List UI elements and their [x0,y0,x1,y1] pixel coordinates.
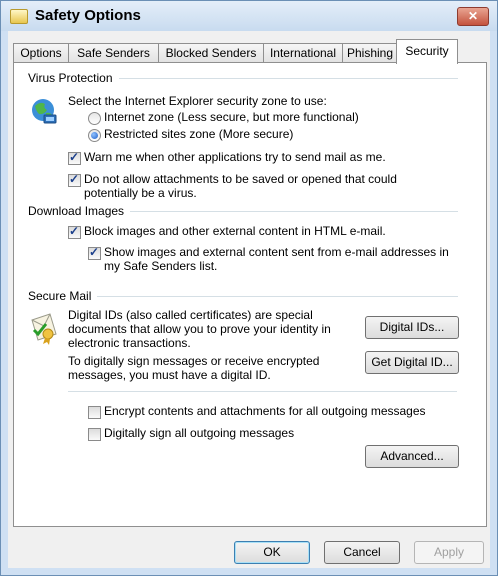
encrypt-outgoing-label[interactable]: Encrypt contents and attachments for all… [104,404,426,419]
block-attachments-checkbox[interactable] [68,172,81,187]
internet-zone-radio[interactable] [88,112,101,125]
sign-outgoing-checkbox[interactable] [88,428,101,441]
digital-ids-desc-line1: Digital IDs (also called certificates) a… [68,308,313,322]
close-button[interactable]: ✕ [457,7,489,26]
ok-button[interactable]: OK [234,541,310,564]
certificate-icon [31,313,57,345]
get-id-desc-line2: messages, you must have a digital ID. [68,368,271,382]
show-safe-senders-images-checkbox[interactable] [88,245,101,260]
tab-phishing[interactable]: Phishing [342,43,398,63]
digital-ids-desc-line2: documents that allow you to prove your i… [68,322,331,336]
zone-intro-text: Select the Internet Explorer security zo… [68,94,327,108]
show-safe-senders-images-label-line2[interactable]: my Safe Senders list. [104,259,217,274]
block-images-checkbox[interactable] [68,224,81,239]
tab-options[interactable]: Options [13,43,69,63]
restricted-zone-label[interactable]: Restricted sites zone (More secure) [104,127,293,142]
digital-ids-desc-line3: electronic transactions. [68,336,191,350]
tab-security[interactable]: Security [396,39,458,64]
advanced-button[interactable]: Advanced... [365,445,459,468]
dialog-body: Options Safe Senders Blocked Senders Int… [8,31,490,568]
internet-zone-label[interactable]: Internet zone (Less secure, but more fun… [104,110,359,125]
digital-ids-button[interactable]: Digital IDs... [365,316,459,339]
tab-international[interactable]: International [263,43,343,63]
get-digital-id-button[interactable]: Get Digital ID... [365,351,459,374]
window-title: Safety Options [35,7,141,24]
security-tab-panel: Virus Protection Select the Internet Exp… [13,62,487,527]
virus-protection-label: Virus Protection [28,71,119,85]
restricted-zone-radio[interactable] [88,129,101,142]
cancel-button[interactable]: Cancel [324,541,400,564]
apply-button[interactable]: Apply [414,541,484,564]
globe-icon [32,99,57,124]
separator-line [68,391,457,392]
block-images-label[interactable]: Block images and other external content … [84,224,386,239]
safety-options-window: Safety Options ✕ Options Safe Senders Bl… [0,0,498,576]
tab-safe-senders[interactable]: Safe Senders [68,43,159,63]
get-id-desc-line1: To digitally sign messages or receive en… [68,354,320,368]
show-safe-senders-images-label-line1[interactable]: Show images and external content sent fr… [104,245,449,260]
encrypt-outgoing-checkbox[interactable] [88,406,101,419]
warn-send-mail-checkbox[interactable] [68,150,81,165]
secure-mail-label: Secure Mail [28,289,98,303]
tab-blocked-senders[interactable]: Blocked Senders [158,43,264,63]
download-images-label: Download Images [28,204,131,218]
block-attachments-label-line2[interactable]: potentially be a virus. [84,186,197,201]
envelope-icon [10,9,28,24]
block-attachments-label-line1[interactable]: Do not allow attachments to be saved or … [84,172,397,187]
sign-outgoing-label[interactable]: Digitally sign all outgoing messages [104,426,294,441]
warn-send-mail-label[interactable]: Warn me when other applications try to s… [84,150,386,165]
title-bar[interactable]: Safety Options ✕ [1,1,497,31]
